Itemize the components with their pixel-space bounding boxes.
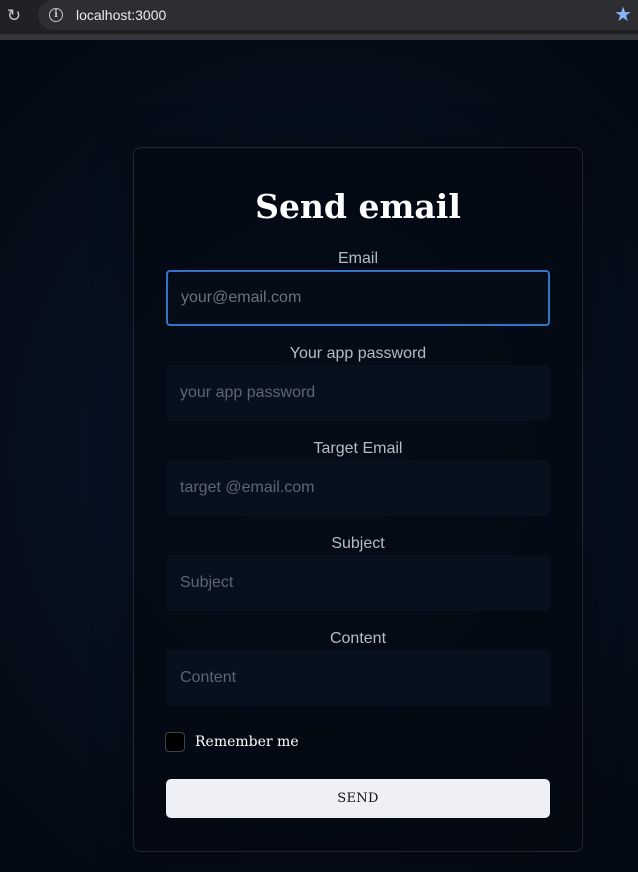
target-email-label: Target Email — [313, 440, 403, 457]
remember-me-label[interactable]: Remember me — [195, 734, 299, 750]
email-input[interactable] — [166, 270, 550, 326]
form-title: Send email — [255, 187, 461, 226]
send-email-card: Send email Email Your app password Targe… — [133, 147, 583, 852]
target-email-input[interactable] — [166, 460, 550, 516]
page-background: Send email Email Your app password Targe… — [0, 40, 638, 872]
app-password-input[interactable] — [166, 365, 550, 421]
app-password-label: Your app password — [289, 345, 427, 362]
subject-label: Subject — [331, 535, 385, 552]
info-icon[interactable]: i — [49, 8, 63, 22]
remember-me-row[interactable]: Remember me — [165, 731, 365, 753]
email-label: Email — [337, 250, 378, 267]
send-button[interactable]: SEND — [166, 779, 550, 818]
bookmark-star-icon[interactable]: ★ — [614, 3, 632, 27]
remember-me-checkbox[interactable] — [165, 732, 185, 752]
content-label: Content — [329, 630, 387, 647]
address-bar[interactable]: i localhost:3000 ★ — [38, 0, 638, 30]
subject-input[interactable] — [166, 555, 550, 611]
content-input[interactable] — [166, 650, 550, 706]
reload-icon[interactable]: ↻ — [4, 6, 24, 26]
browser-toolbar: ↻ i localhost:3000 ★ — [0, 0, 638, 40]
url-text[interactable]: localhost:3000 — [76, 7, 166, 23]
